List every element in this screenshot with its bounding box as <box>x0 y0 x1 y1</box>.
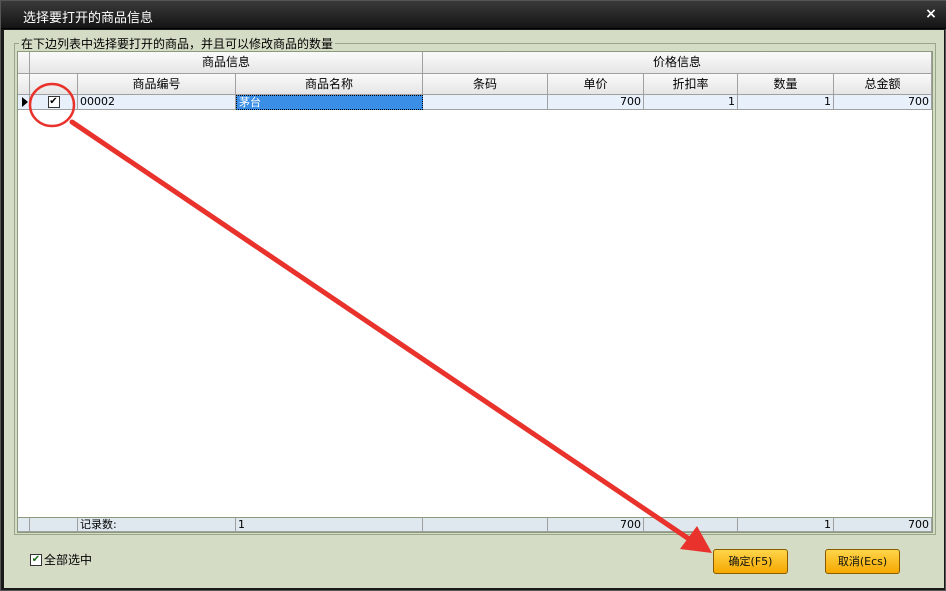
column-header-barcode[interactable]: 条码 <box>423 74 548 95</box>
row-pointer-icon <box>22 97 28 107</box>
cell-code[interactable]: 00002 <box>78 95 236 110</box>
header-indicator-cell <box>18 52 30 74</box>
select-all-label: 全部选中 <box>44 553 93 567</box>
footer-total-sum: 700 <box>834 518 932 532</box>
product-grid[interactable]: 商品信息 价格信息 商品编号 商品名称 条码 单价 折扣率 数量 总金额 ✔ 0… <box>17 51 933 533</box>
column-header-code[interactable]: 商品编号 <box>78 74 236 95</box>
select-all-checkbox[interactable]: ✔ 全部选中 <box>30 551 92 568</box>
footer-qty-sum: 1 <box>738 518 834 532</box>
group-header-row: 商品信息 价格信息 <box>18 52 932 74</box>
confirm-button[interactable]: 确定(F5) <box>713 549 788 574</box>
footer-barcode-cell <box>423 518 548 532</box>
row-indicator <box>18 95 30 110</box>
group-legend: 在下边列表中选择要打开的商品，并且可以修改商品的数量 <box>19 35 336 52</box>
column-header-name[interactable]: 商品名称 <box>236 74 423 95</box>
footer-price-sum: 700 <box>548 518 644 532</box>
row-check-cell[interactable]: ✔ <box>30 95 78 110</box>
cell-total[interactable]: 700 <box>834 95 932 110</box>
title-bar[interactable]: 选择要打开的商品信息 × <box>1 1 946 29</box>
cancel-button[interactable]: 取消(Ecs) <box>825 549 900 574</box>
column-header-quantity[interactable]: 数量 <box>738 74 834 95</box>
footer-record-count: 1 <box>236 518 423 532</box>
footer-check-cell <box>30 518 78 532</box>
product-groupbox: 在下边列表中选择要打开的商品，并且可以修改商品的数量 商品信息 价格信息 商品编… <box>14 35 936 535</box>
table-row[interactable]: ✔ 00002 茅台 700 1 1 700 <box>18 95 932 110</box>
group-header-price-info: 价格信息 <box>423 52 932 74</box>
column-header-row: 商品编号 商品名称 条码 单价 折扣率 数量 总金额 <box>18 74 932 95</box>
cell-price[interactable]: 700 <box>548 95 644 110</box>
header-indicator-cell <box>18 74 30 95</box>
column-header-price[interactable]: 单价 <box>548 74 644 95</box>
footer-discount-cell <box>644 518 738 532</box>
column-header-total[interactable]: 总金额 <box>834 74 932 95</box>
group-header-product-info: 商品信息 <box>30 52 423 74</box>
close-button[interactable]: × <box>923 5 939 23</box>
column-header-discount[interactable]: 折扣率 <box>644 74 738 95</box>
window-title: 选择要打开的商品信息 <box>23 11 154 26</box>
footer-record-label: 记录数: <box>78 518 236 532</box>
cell-barcode[interactable] <box>423 95 548 110</box>
header-check-column[interactable] <box>30 74 78 95</box>
footer-indicator-cell <box>18 518 30 532</box>
select-all-box[interactable]: ✔ <box>30 553 42 566</box>
dialog-window: 选择要打开的商品信息 × 在下边列表中选择要打开的商品，并且可以修改商品的数量 … <box>0 0 946 591</box>
dialog-body: 在下边列表中选择要打开的商品，并且可以修改商品的数量 商品信息 价格信息 商品编… <box>4 30 944 588</box>
cell-quantity[interactable]: 1 <box>738 95 834 110</box>
summary-row: 记录数: 1 700 1 700 <box>18 517 932 532</box>
row-checkbox[interactable]: ✔ <box>47 96 60 108</box>
cell-name[interactable]: 茅台 <box>236 95 423 110</box>
cell-discount[interactable]: 1 <box>644 95 738 110</box>
